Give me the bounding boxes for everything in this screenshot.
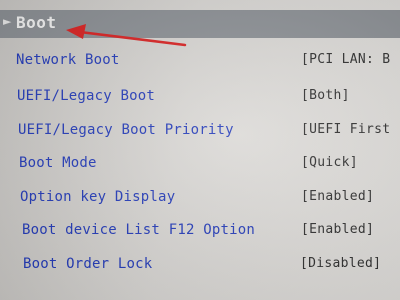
setting-row-boot-mode[interactable]: Boot Mode [Quick]	[0, 155, 400, 175]
setting-label: Boot device List F12 Option	[22, 222, 255, 238]
setting-value[interactable]: [UEFI First	[301, 122, 390, 137]
setting-value[interactable]: [PCI LAN: B	[301, 52, 390, 67]
menu-left-chevron-icon: ►	[3, 15, 12, 28]
setting-label: UEFI/Legacy Boot	[17, 88, 156, 104]
bios-menu-bar	[0, 10, 400, 38]
tab-boot[interactable]: Boot	[16, 13, 57, 32]
setting-label: Network Boot	[16, 52, 120, 68]
setting-row-network-boot[interactable]: Network Boot [PCI LAN: B	[0, 52, 400, 72]
setting-value[interactable]: [Enabled]	[301, 222, 374, 237]
setting-label: UEFI/Legacy Boot Priority	[18, 122, 234, 138]
setting-value[interactable]: [Enabled]	[301, 189, 374, 204]
setting-value[interactable]: [Quick]	[301, 155, 358, 170]
setting-row-boot-device-list-f12[interactable]: Boot device List F12 Option [Enabled]	[0, 222, 400, 242]
screen-vignette	[0, 0, 400, 300]
setting-value[interactable]: [Disabled]	[300, 256, 381, 271]
setting-label: Option key Display	[20, 189, 176, 205]
setting-row-uefi-legacy-boot[interactable]: UEFI/Legacy Boot [Both]	[0, 88, 400, 108]
setting-row-boot-order-lock[interactable]: Boot Order Lock [Disabled]	[0, 256, 400, 276]
annotation-arrow-icon	[66, 24, 187, 47]
setting-value[interactable]: [Both]	[301, 88, 350, 103]
setting-label: Boot Mode	[19, 155, 97, 171]
setting-label: Boot Order Lock	[23, 256, 153, 272]
setting-row-option-key-display[interactable]: Option key Display [Enabled]	[0, 189, 400, 209]
setting-row-uefi-legacy-boot-priority[interactable]: UEFI/Legacy Boot Priority [UEFI First	[0, 122, 400, 142]
